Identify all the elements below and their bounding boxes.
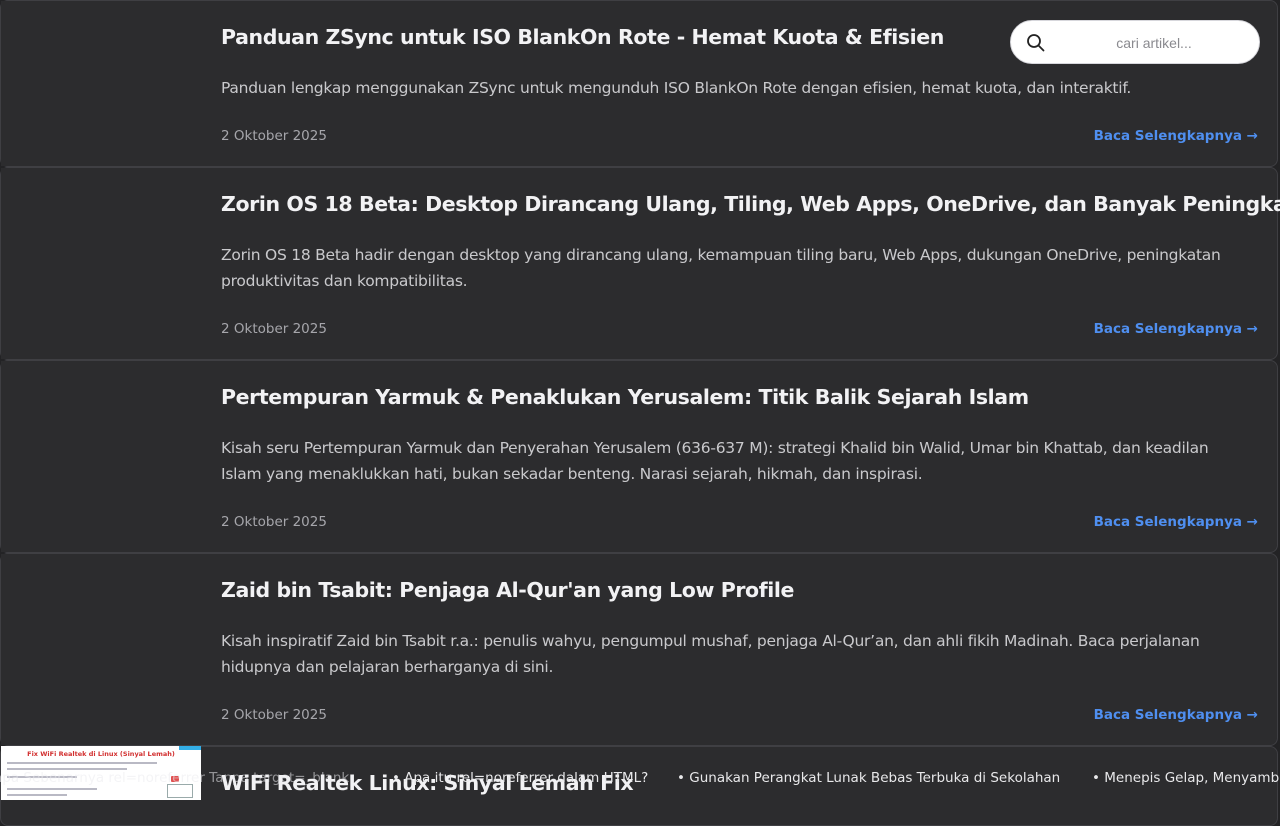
search-box[interactable] xyxy=(1010,20,1260,64)
read-more-link[interactable]: Baca Selengkapnya → xyxy=(1094,707,1258,723)
ticker-item[interactable]: • Apa itu rel=noreferrer dalam HTML? xyxy=(392,770,648,786)
article-description: Kisah seru Pertempuran Yarmuk dan Penyer… xyxy=(221,439,1209,483)
article-title[interactable]: Zaid bin Tsabit: Penjaga Al-Qur'an yang … xyxy=(221,578,1247,602)
article-thumbnail[interactable] xyxy=(1,554,201,745)
article-card: Zorin OS 18 Beta: Desktop Dirancang Ulan… xyxy=(0,167,1280,360)
thumbnail-text-line xyxy=(7,762,157,764)
ticker-item[interactable]: apa Sebenarnya rel=noreferrer Tanpa targ… xyxy=(0,770,349,786)
read-more-link[interactable]: Baca Selengkapnya → xyxy=(1094,514,1258,530)
article-description: Zorin OS 18 Beta hadir dengan desktop ya… xyxy=(221,246,1221,290)
search-input[interactable] xyxy=(1057,29,1251,57)
thumbnail-text-line xyxy=(7,788,97,790)
article-title[interactable]: Pertempuran Yarmuk & Penaklukan Yerusale… xyxy=(221,385,1247,409)
thumbnail-text-line xyxy=(7,794,67,796)
article-card: Zaid bin Tsabit: Penjaga Al-Qur'an yang … xyxy=(0,553,1278,746)
read-more-link[interactable]: Baca Selengkapnya → xyxy=(1094,321,1258,337)
thumbnail-title: Fix WiFi Realtek di Linux (Sinyal Lemah) xyxy=(27,750,175,758)
article-thumbnail[interactable] xyxy=(1,361,201,552)
thumbnail-screenshot xyxy=(167,784,193,798)
article-card: Pertempuran Yarmuk & Penaklukan Yerusale… xyxy=(0,360,1278,553)
article-description: Kisah inspiratif Zaid bin Tsabit r.a.: p… xyxy=(221,632,1200,676)
article-date: 2 Oktober 2025 xyxy=(221,514,327,530)
article-thumbnail[interactable] xyxy=(1,168,201,359)
article-date: 2 Oktober 2025 xyxy=(221,707,327,723)
search-icon[interactable] xyxy=(1026,33,1046,53)
read-more-link[interactable]: Baca Selengkapnya → xyxy=(1094,128,1258,144)
article-date: 2 Oktober 2025 xyxy=(221,128,327,144)
ticker-item[interactable]: • Menepis Gelap, Menyambut xyxy=(1092,770,1280,786)
ticker-item[interactable]: • Gunakan Perangkat Lunak Bebas Terbuka … xyxy=(677,770,1060,786)
article-thumbnail[interactable] xyxy=(1,1,201,166)
article-description: Panduan lengkap menggunakan ZSync untuk … xyxy=(221,79,1132,97)
article-date: 2 Oktober 2025 xyxy=(221,321,327,337)
article-title[interactable]: Zorin OS 18 Beta: Desktop Dirancang Ulan… xyxy=(221,192,1280,216)
